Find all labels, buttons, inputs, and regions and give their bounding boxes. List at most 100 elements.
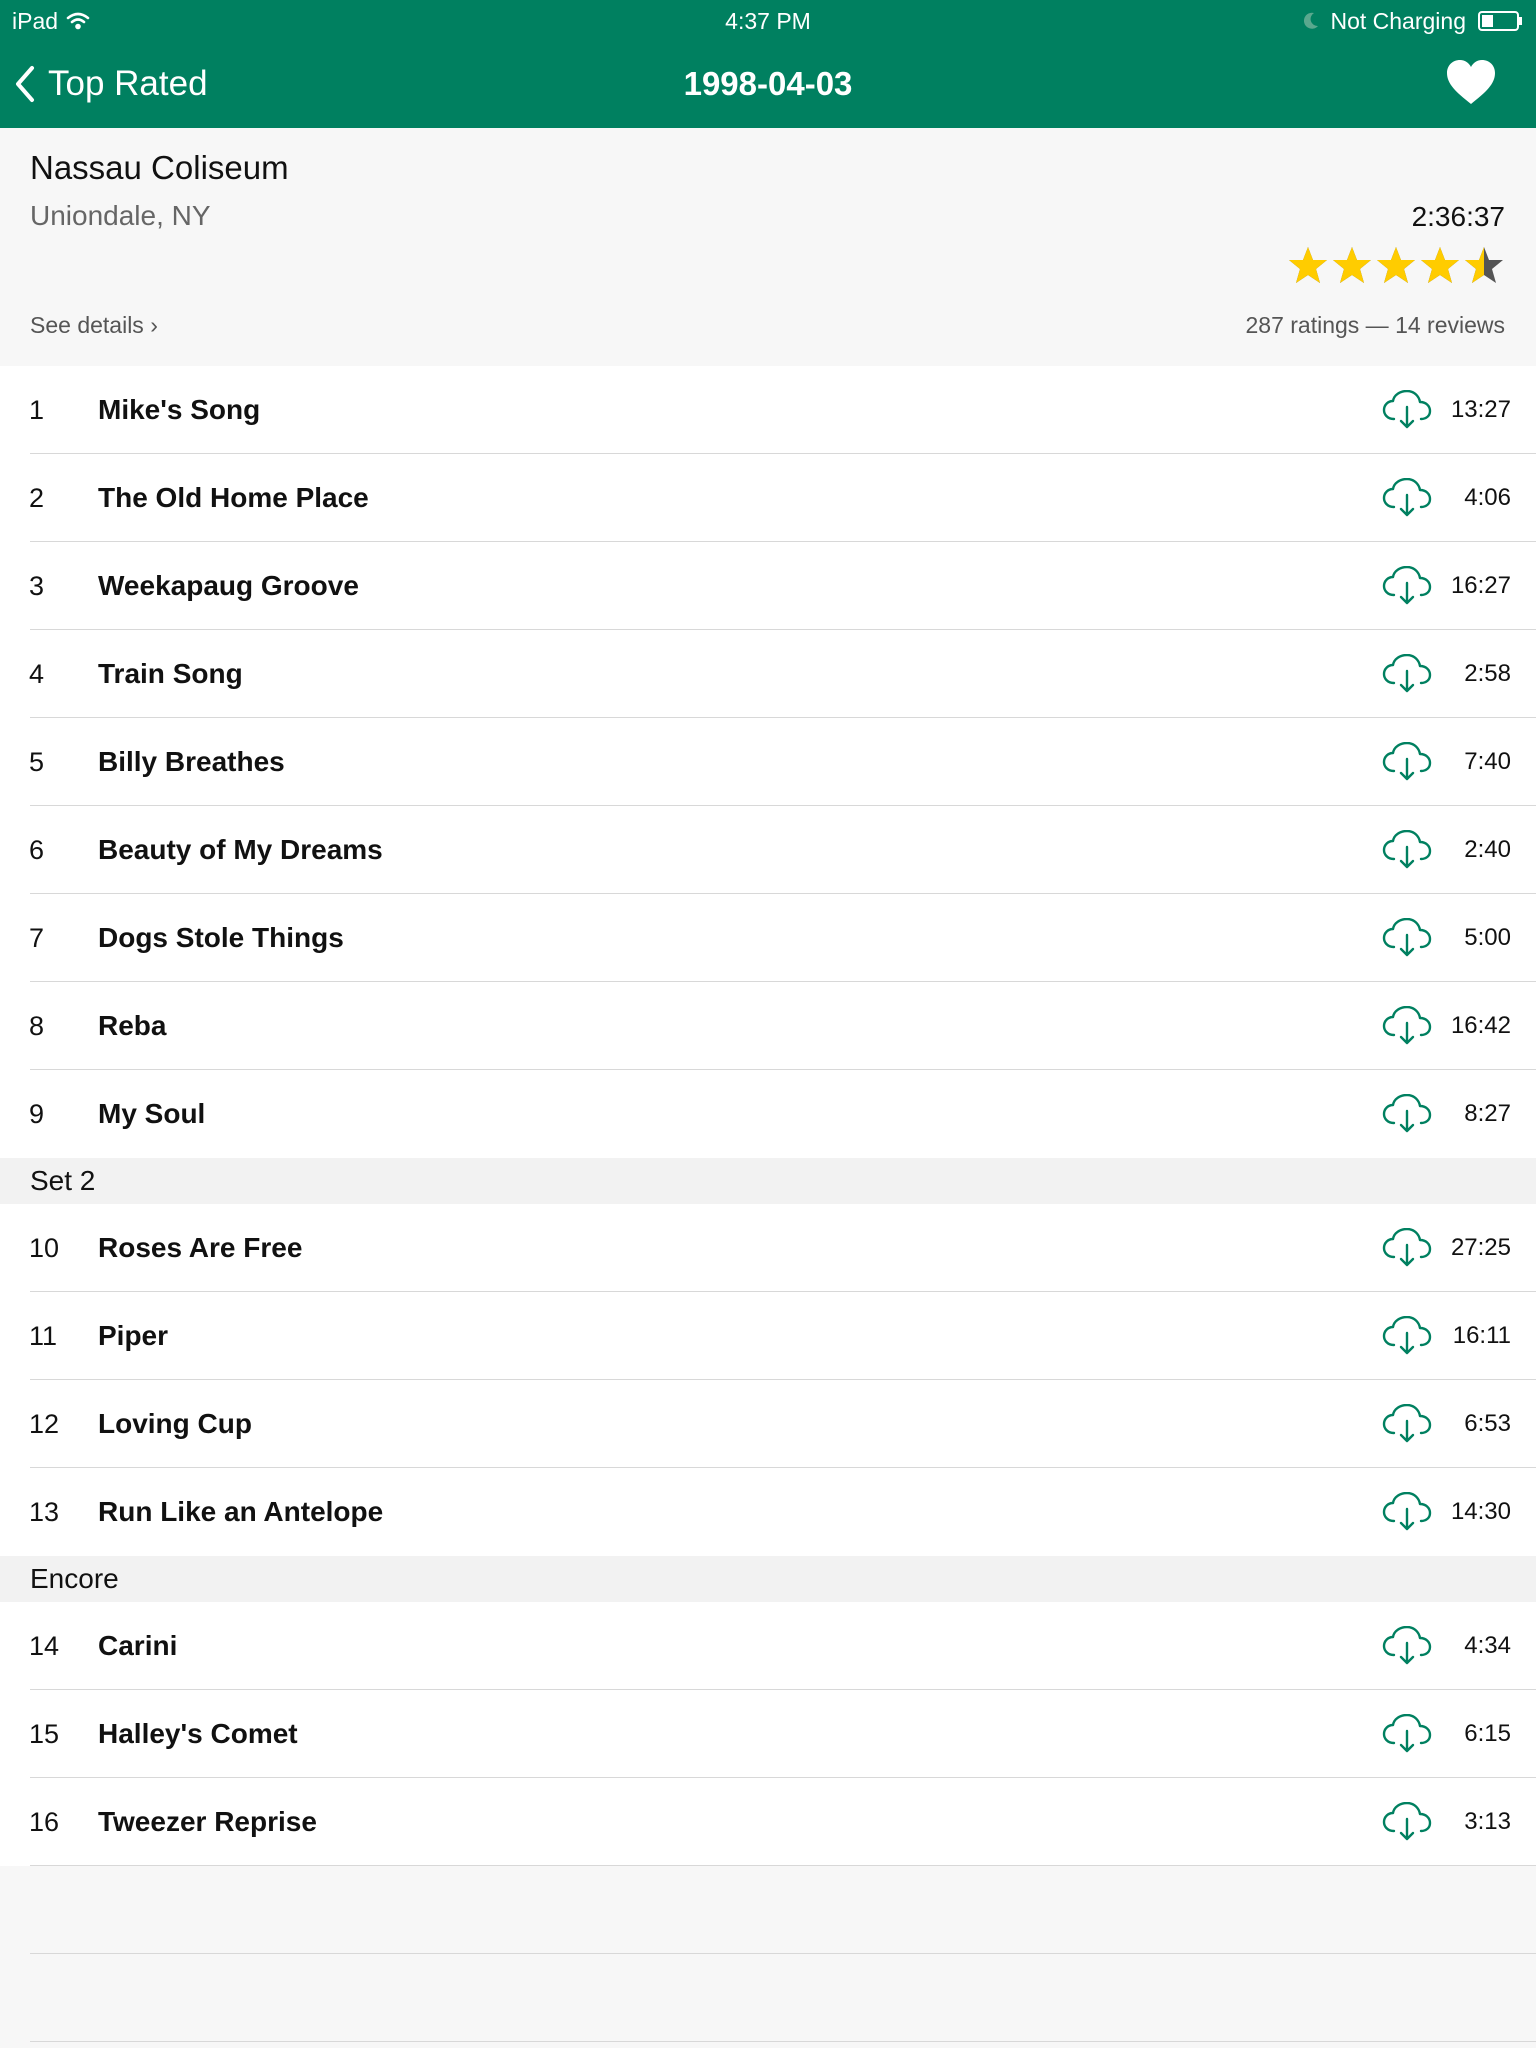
see-details-link[interactable]: See details › xyxy=(30,311,158,339)
cloud-download-icon[interactable] xyxy=(1382,1006,1432,1046)
track-duration: 2:40 xyxy=(1464,836,1511,863)
cloud-download-icon[interactable] xyxy=(1382,390,1432,430)
track-number: 11 xyxy=(29,1321,58,1351)
track-title: The Old Home Place xyxy=(98,482,369,513)
show-info: Nassau Coliseum Uniondale, NY See detail… xyxy=(0,128,1536,367)
cloud-download-icon[interactable] xyxy=(1382,1714,1432,1754)
track-title: Roses Are Free xyxy=(98,1232,303,1263)
track-title: Billy Breathes xyxy=(98,746,285,777)
cloud-download-icon[interactable] xyxy=(1382,1802,1432,1842)
cloud-download-icon[interactable] xyxy=(1382,1492,1432,1532)
track-duration: 8:27 xyxy=(1464,1100,1511,1127)
track-number: 9 xyxy=(29,1099,45,1129)
track-title: Piper xyxy=(98,1320,169,1351)
track-row[interactable]: 5 Billy Breathes 7:40 xyxy=(0,718,1536,806)
track-number: 13 xyxy=(29,1497,60,1527)
track-duration: 7:40 xyxy=(1464,748,1511,775)
venue-location: Uniondale, NY xyxy=(30,200,211,231)
track-row[interactable]: 9 My Soul 8:27 xyxy=(0,1070,1536,1158)
moon-icon xyxy=(1304,12,1319,29)
track-duration: 16:27 xyxy=(1450,572,1511,599)
empty-row xyxy=(0,1866,1536,1954)
track-number: 5 xyxy=(29,747,45,777)
track-row[interactable]: 12 Loving Cup 6:53 xyxy=(0,1380,1536,1468)
cloud-download-icon[interactable] xyxy=(1382,918,1432,958)
cloud-download-icon[interactable] xyxy=(1382,1404,1432,1444)
track-title: Run Like an Antelope xyxy=(98,1496,384,1527)
track-duration: 27:25 xyxy=(1450,1234,1511,1261)
track-row[interactable]: 6 Beauty of My Dreams 2:40 xyxy=(0,806,1536,894)
track-row[interactable]: 14 Carini 4:34 xyxy=(0,1602,1536,1690)
cloud-download-icon[interactable] xyxy=(1382,654,1432,694)
nav-title: 1998-04-03 xyxy=(683,65,853,102)
set-header: Set 2 xyxy=(0,1158,1536,1204)
track-title: Beauty of My Dreams xyxy=(98,834,383,865)
track-row[interactable]: 1 Mike's Song 13:27 xyxy=(0,366,1536,454)
star-icon xyxy=(1421,247,1459,283)
ratings-summary: 287 ratings — 14 reviews xyxy=(1245,312,1505,338)
cloud-download-icon[interactable] xyxy=(1382,1094,1432,1134)
track-row[interactable]: 4 Train Song 2:58 xyxy=(0,630,1536,718)
cloud-download-icon[interactable] xyxy=(1382,1316,1432,1356)
track-number: 3 xyxy=(29,571,45,601)
track-list: 1 Mike's Song 13:27 2 The Old Home Place 4:06… xyxy=(0,366,1536,2042)
star-icon xyxy=(1377,247,1415,283)
cloud-download-icon[interactable] xyxy=(1382,830,1432,870)
cloud-download-icon[interactable] xyxy=(1382,742,1432,782)
track-row[interactable]: 16 Tweezer Reprise 3:13 xyxy=(0,1778,1536,1866)
track-number: 2 xyxy=(29,483,45,513)
status-right: Not Charging xyxy=(1302,7,1524,35)
track-row[interactable]: 10 Roses Are Free 27:25 xyxy=(0,1204,1536,1292)
track-number: 15 xyxy=(29,1719,60,1749)
track-title: Mike's Song xyxy=(98,394,261,425)
venue-name: Nassau Coliseum xyxy=(30,149,289,186)
battery-status: Not Charging xyxy=(1330,8,1466,34)
track-title: Loving Cup xyxy=(98,1408,252,1439)
track-duration: 4:34 xyxy=(1464,1632,1511,1659)
track-duration: 4:06 xyxy=(1464,484,1511,511)
track-row[interactable]: 13 Run Like an Antelope 14:30 xyxy=(0,1468,1536,1556)
track-number: 8 xyxy=(29,1011,45,1041)
track-row[interactable]: 3 Weekapaug Groove 16:27 xyxy=(0,542,1536,630)
empty-row xyxy=(0,1954,1536,2042)
star-icon xyxy=(1465,247,1503,283)
track-duration: 13:27 xyxy=(1450,396,1511,423)
cloud-download-icon[interactable] xyxy=(1382,478,1432,518)
cloud-download-icon[interactable] xyxy=(1382,1626,1432,1666)
track-row[interactable]: 8 Reba 16:42 xyxy=(0,982,1536,1070)
track-number: 4 xyxy=(29,659,45,689)
track-number: 7 xyxy=(29,923,45,953)
rating-stars xyxy=(1285,245,1505,287)
track-title: Reba xyxy=(98,1010,167,1041)
track-number: 14 xyxy=(29,1631,60,1661)
set-header: Encore xyxy=(0,1556,1536,1602)
track-duration: 6:53 xyxy=(1464,1410,1511,1437)
track-title: Carini xyxy=(98,1630,178,1661)
show-duration: 2:36:37 xyxy=(1411,201,1505,232)
track-row[interactable]: 11 Piper 16:11 xyxy=(0,1292,1536,1380)
track-duration: 6:15 xyxy=(1464,1720,1511,1747)
cloud-download-icon[interactable] xyxy=(1382,566,1432,606)
track-title: Halley's Comet xyxy=(98,1718,298,1749)
track-title: Train Song xyxy=(98,658,243,689)
top-bar: iPad 4:37 PM Not Charging Top Rated 1998… xyxy=(0,0,1536,128)
track-number: 6 xyxy=(29,835,45,865)
track-number: 10 xyxy=(29,1233,60,1263)
track-duration: 2:58 xyxy=(1464,660,1511,687)
track-duration: 3:13 xyxy=(1464,1808,1511,1835)
track-title: My Soul xyxy=(98,1098,206,1129)
heart-icon[interactable] xyxy=(1446,60,1496,106)
cloud-download-icon[interactable] xyxy=(1382,1228,1432,1268)
star-icon xyxy=(1289,247,1327,283)
track-title: Weekapaug Groove xyxy=(98,570,359,601)
track-row[interactable]: 15 Halley's Comet 6:15 xyxy=(0,1690,1536,1778)
star-icon xyxy=(1333,247,1371,283)
track-duration: 16:42 xyxy=(1450,1012,1511,1039)
track-row[interactable]: 7 Dogs Stole Things 5:00 xyxy=(0,894,1536,982)
battery-icon xyxy=(1478,11,1522,31)
track-number: 1 xyxy=(29,395,45,425)
track-row[interactable]: 2 The Old Home Place 4:06 xyxy=(0,454,1536,542)
track-title: Tweezer Reprise xyxy=(98,1806,317,1837)
track-duration: 16:11 xyxy=(1452,1322,1511,1349)
track-title: Dogs Stole Things xyxy=(98,922,344,953)
